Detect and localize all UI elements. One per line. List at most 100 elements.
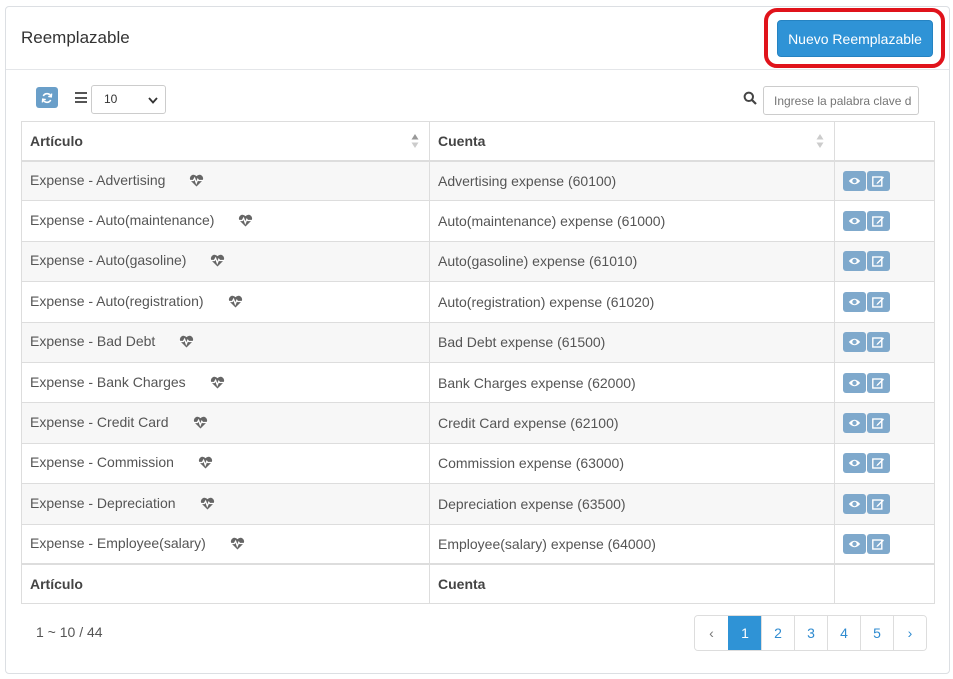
articulo-label: Expense - Depreciation	[30, 494, 176, 511]
heartbeat-icon[interactable]	[228, 295, 243, 311]
articulo-cell: Expense - Bad Debt	[21, 321, 430, 363]
cuenta-cell: Auto(registration) expense (61020)	[429, 281, 835, 323]
actions-cell	[834, 523, 935, 565]
page-button[interactable]: 5	[860, 616, 893, 650]
articulo-label: Expense - Bank Charges	[30, 373, 186, 390]
search-input[interactable]	[763, 86, 919, 115]
heartbeat-icon[interactable]	[210, 376, 225, 392]
heartbeat-icon[interactable]	[210, 254, 225, 270]
edit-button[interactable]	[867, 170, 890, 191]
table-header-row: Artículo Cuenta	[21, 121, 935, 162]
articulo-cell: Expense - Auto(maintenance)	[21, 200, 430, 242]
reemplazable-table: Artículo Cuenta Expense - Advertising Adv…	[21, 121, 935, 604]
footer-actions	[834, 563, 935, 604]
reemplazable-panel: Reemplazable Nuevo Reemplazable 10 Ingre…	[5, 6, 950, 674]
view-button[interactable]	[843, 413, 866, 434]
search-icon	[743, 91, 757, 105]
page-button[interactable]: 4	[827, 616, 860, 650]
view-button[interactable]	[843, 372, 866, 393]
table-toolbar: 10	[6, 71, 949, 121]
actions-cell	[834, 281, 935, 323]
articulo-cell: Expense - Advertising	[21, 159, 430, 202]
table-row: Expense - Auto(maintenance) Auto(maintena…	[21, 200, 935, 242]
actions-cell	[834, 402, 935, 444]
view-button[interactable]	[843, 453, 866, 474]
actions-cell	[834, 442, 935, 485]
articulo-label: Expense - Credit Card	[30, 414, 169, 431]
page-button[interactable]: 2	[761, 616, 794, 650]
articulo-label: Expense - Commission	[30, 454, 174, 471]
view-button[interactable]	[843, 170, 866, 191]
view-button[interactable]	[843, 533, 866, 554]
table-row: Expense - Advertising Advertising expense…	[21, 159, 935, 202]
actions-cell	[834, 159, 935, 202]
refresh-button[interactable]	[36, 87, 58, 108]
heartbeat-icon[interactable]	[238, 214, 253, 230]
table-row: Expense - Bank Charges Bank Charges expen…	[21, 361, 935, 404]
heartbeat-icon[interactable]	[230, 537, 245, 553]
articulo-cell: Expense - Bank Charges	[21, 361, 430, 404]
cuenta-cell: Advertising expense (60100)	[429, 159, 835, 202]
articulo-label: Expense - Auto(maintenance)	[30, 212, 215, 229]
table-body: Expense - Advertising Advertising expense…	[21, 159, 935, 565]
edit-button[interactable]	[867, 493, 890, 514]
articulo-label: Expense - Bad Debt	[30, 333, 156, 350]
edit-button[interactable]	[867, 372, 890, 393]
actions-cell	[834, 200, 935, 242]
new-reemplazable-button[interactable]: Nuevo Reemplazable	[777, 20, 933, 57]
view-button[interactable]	[843, 291, 866, 312]
sort-icon	[816, 134, 824, 148]
column-header-articulo[interactable]: Artículo	[21, 121, 430, 162]
view-button[interactable]	[843, 493, 866, 514]
column-header-actions	[834, 121, 935, 162]
cuenta-cell: Auto(maintenance) expense (61000)	[429, 200, 835, 242]
cuenta-cell: Bad Debt expense (61500)	[429, 321, 835, 363]
sort-icon	[411, 134, 419, 148]
actions-cell	[834, 240, 935, 283]
column-header-cuenta[interactable]: Cuenta	[429, 121, 835, 162]
cuenta-cell: Commission expense (63000)	[429, 442, 835, 485]
cuenta-cell: Employee(salary) expense (64000)	[429, 523, 835, 565]
articulo-cell: Expense - Credit Card	[21, 402, 430, 444]
cuenta-cell: Depreciation expense (63500)	[429, 483, 835, 525]
heartbeat-icon[interactable]	[200, 497, 215, 513]
edit-button[interactable]	[867, 291, 890, 312]
articulo-label: Expense - Advertising	[30, 171, 166, 188]
page-button[interactable]: 3	[794, 616, 827, 650]
view-button[interactable]	[843, 332, 866, 353]
page-size-select[interactable]: 10	[91, 85, 166, 114]
heartbeat-icon[interactable]	[179, 335, 194, 351]
edit-button[interactable]	[867, 533, 890, 554]
edit-button[interactable]	[867, 453, 890, 474]
edit-button[interactable]	[867, 413, 890, 434]
next-page-button[interactable]: ›	[893, 616, 926, 650]
edit-button[interactable]	[867, 332, 890, 353]
articulo-label: Expense - Auto(registration)	[30, 292, 204, 309]
articulo-label: Expense - Employee(salary)	[30, 534, 206, 551]
table-row: Expense - Credit Card Credit Card expense…	[21, 402, 935, 444]
articulo-label: Expense - Auto(gasoline)	[30, 252, 187, 269]
view-button[interactable]	[843, 251, 866, 272]
chevron-down-icon	[148, 97, 158, 104]
edit-button[interactable]	[867, 211, 890, 232]
prev-page-button[interactable]: ‹	[695, 616, 728, 650]
articulo-cell: Expense - Employee(salary)	[21, 523, 430, 565]
articulo-cell: Expense - Auto(registration)	[21, 281, 430, 323]
cuenta-cell: Bank Charges expense (62000)	[429, 361, 835, 404]
articulo-cell: Expense - Commission	[21, 442, 430, 485]
view-button[interactable]	[843, 211, 866, 232]
page-title: Reemplazable	[21, 28, 130, 47]
table-row: Expense - Employee(salary) Employee(salar…	[21, 523, 935, 565]
footer-cuenta: Cuenta	[429, 563, 835, 604]
page-button[interactable]: 1	[728, 616, 761, 650]
cuenta-cell: Credit Card expense (62100)	[429, 402, 835, 444]
heartbeat-icon[interactable]	[189, 174, 204, 190]
table-row: Expense - Auto(gasoline) Auto(gasoline) e…	[21, 240, 935, 283]
actions-cell	[834, 483, 935, 525]
heartbeat-icon[interactable]	[193, 416, 208, 432]
pagination: ‹ 1 2 3 4 5 ›	[694, 615, 927, 651]
actions-cell	[834, 361, 935, 404]
edit-button[interactable]	[867, 251, 890, 272]
panel-header: Reemplazable Nuevo Reemplazable	[6, 7, 949, 70]
heartbeat-icon[interactable]	[198, 456, 213, 472]
